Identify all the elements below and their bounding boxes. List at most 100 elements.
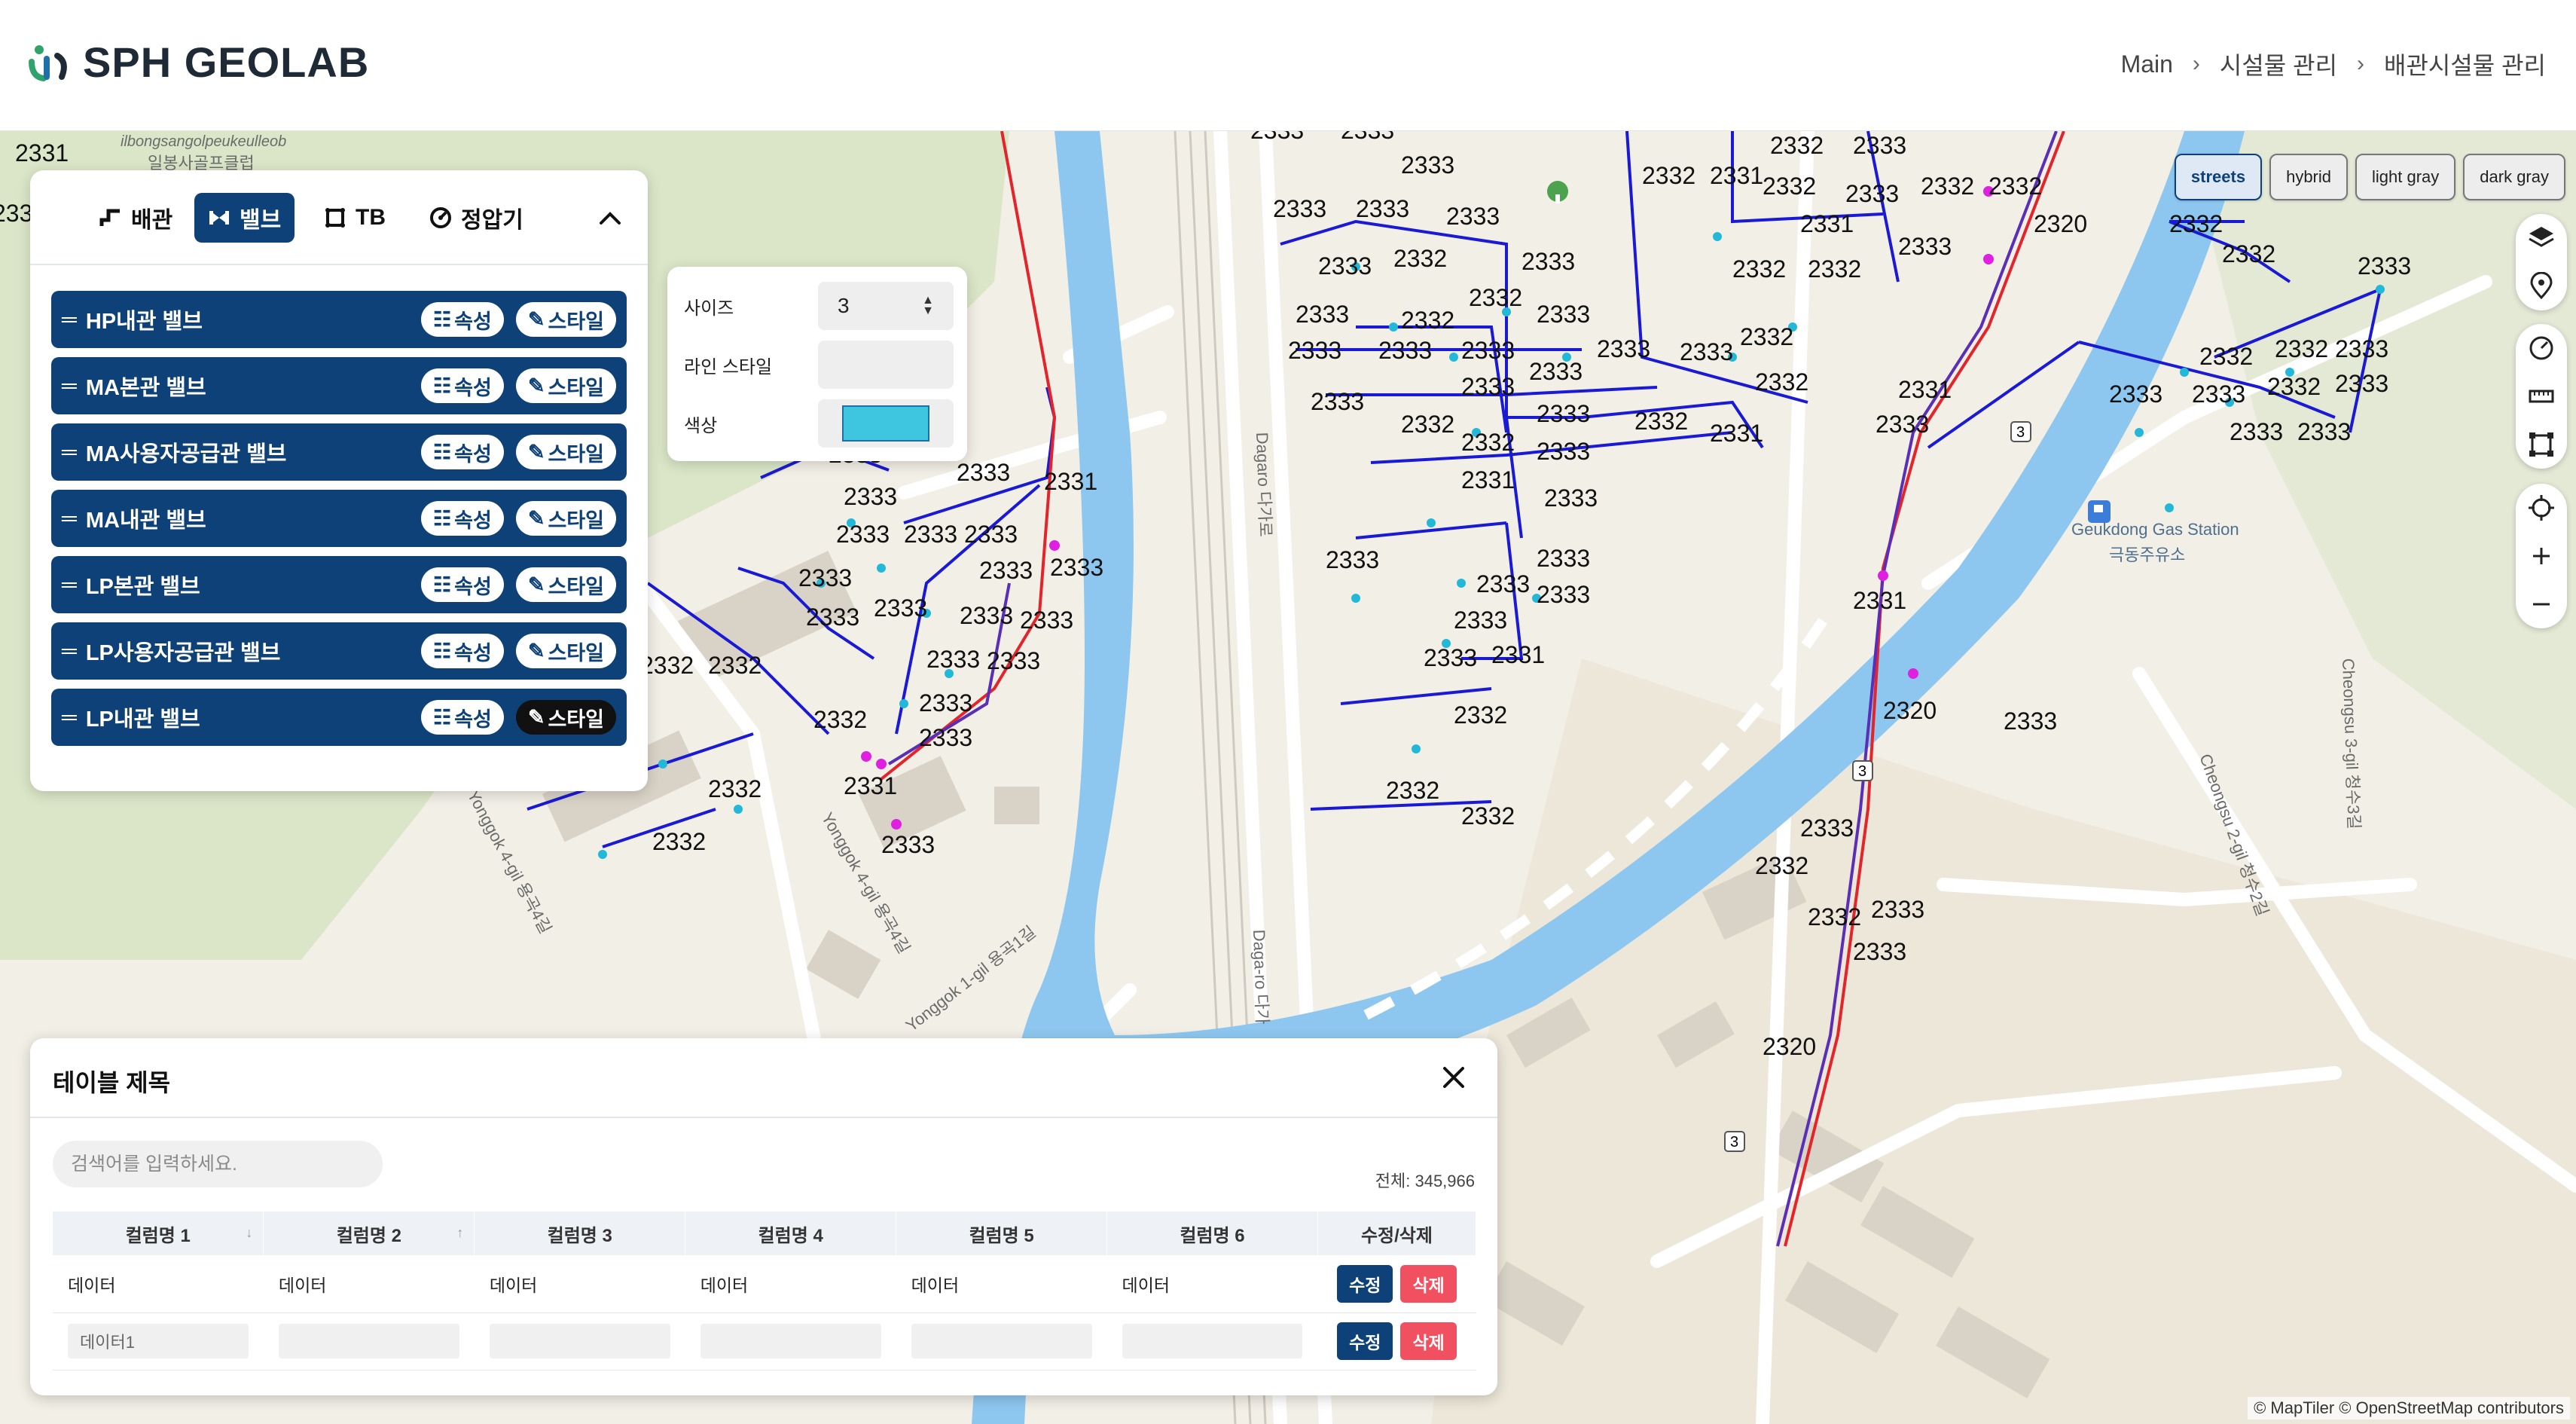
drag-handle-icon[interactable]: ═ <box>62 506 77 530</box>
basemap-dark-gray-button[interactable]: dark gray <box>2463 154 2565 200</box>
table-row[interactable]: 데이터 데이터 데이터 데이터 데이터 데이터 수정 삭제 <box>53 1255 1476 1313</box>
chevron-right-icon: › <box>2192 51 2200 76</box>
cell-input[interactable] <box>489 1324 670 1358</box>
edit-button[interactable]: 수정 <box>1337 1264 1393 1303</box>
basemap-hybrid-button[interactable]: hybrid <box>2269 154 2348 200</box>
attribute-button[interactable]: ☷ 속성 <box>420 567 504 602</box>
svg-text:2331: 2331 <box>1044 468 1097 495</box>
layer-row[interactable]: ═ HP내관 밸브 ☷ 속성 ✎ 스타일 <box>51 291 627 348</box>
svg-text:2333: 2333 <box>1378 337 1432 364</box>
svg-text:2331: 2331 <box>1461 466 1515 494</box>
attribute-button[interactable]: ☷ 속성 <box>420 634 504 668</box>
tab-regulator-label: 정압기 <box>461 208 523 233</box>
breadcrumb-facility[interactable]: 시설물 관리 <box>2220 47 2337 81</box>
breadcrumb-main[interactable]: Main <box>2121 50 2173 78</box>
zoom-out-icon[interactable] <box>2516 580 2567 628</box>
drag-handle-icon[interactable]: ═ <box>62 374 77 398</box>
cell-input[interactable] <box>68 1324 249 1358</box>
column-header-5[interactable]: 컬럼명 5 <box>896 1212 1108 1255</box>
tab-pipe[interactable]: 배관 <box>86 193 186 243</box>
attribute-button[interactable]: ☷ 속성 <box>420 302 504 337</box>
layer-row[interactable]: ═ MA사용자공급관 밸브 ☷ 속성 ✎ 스타일 <box>51 423 627 481</box>
delete-button[interactable]: 삭제 <box>1400 1264 1457 1303</box>
color-swatch[interactable] <box>842 405 929 442</box>
attribute-button[interactable]: ☷ 속성 <box>420 700 504 735</box>
crosshair-icon[interactable] <box>2516 484 2567 532</box>
column-header-1[interactable]: 컬럼명 1 ↓ <box>53 1212 264 1255</box>
svg-text:Daga-ro 다가: Daga-ro 다가 <box>1250 929 1271 1025</box>
column-header-2[interactable]: 컬럼명 2 ↑ <box>263 1212 475 1255</box>
color-picker[interactable] <box>818 399 954 448</box>
list-icon: ☷ <box>432 573 452 596</box>
breadcrumb-pipe-facility[interactable]: 배관시설물 관리 <box>2384 47 2546 81</box>
svg-text:2333: 2333 <box>1401 151 1454 179</box>
table-row-edit[interactable]: 수정 삭제 <box>53 1312 1476 1371</box>
speedometer-icon[interactable] <box>2516 324 2567 372</box>
drag-handle-icon[interactable]: ═ <box>62 705 77 729</box>
attribute-button[interactable]: ☷ 속성 <box>420 501 504 536</box>
edit-button[interactable]: 수정 <box>1337 1322 1393 1360</box>
svg-text:2333: 2333 <box>1898 233 1952 260</box>
drag-handle-icon[interactable]: ═ <box>62 307 77 332</box>
svg-text:2331: 2331 <box>1710 162 1763 189</box>
drag-handle-icon[interactable]: ═ <box>62 573 77 597</box>
tab-tb[interactable]: TB <box>310 193 399 243</box>
delete-button[interactable]: 삭제 <box>1400 1322 1457 1360</box>
stepper-arrows-icon[interactable]: ▲ ▼ <box>922 295 934 317</box>
column-header-3[interactable]: 컬럼명 3 <box>474 1212 686 1255</box>
drag-handle-icon[interactable]: ═ <box>62 639 77 663</box>
basemap-light-gray-button[interactable]: light gray <box>2355 154 2456 200</box>
layer-row[interactable]: ═ MA내관 밸브 ☷ 속성 ✎ 스타일 <box>51 490 627 547</box>
sort-asc-icon[interactable]: ↑ <box>456 1225 463 1241</box>
close-icon[interactable] <box>1440 1064 1467 1091</box>
color-row: 색상 <box>684 399 954 448</box>
style-button[interactable]: ✎ 스타일 <box>515 302 616 337</box>
attribute-button[interactable]: ☷ 속성 <box>420 435 504 469</box>
style-button[interactable]: ✎ 스타일 <box>515 435 616 469</box>
layer-row[interactable]: ═ LP사용자공급관 밸브 ☷ 속성 ✎ 스타일 <box>51 622 627 680</box>
svg-text:3: 3 <box>2016 424 2025 441</box>
tab-regulator[interactable]: 정압기 <box>416 193 537 243</box>
layer-row[interactable]: ═ MA본관 밸브 ☷ 속성 ✎ 스타일 <box>51 357 627 414</box>
zoom-in-icon[interactable] <box>2516 532 2567 580</box>
cell-input[interactable] <box>700 1324 881 1358</box>
cell-input[interactable] <box>911 1324 1092 1358</box>
style-button-active[interactable]: ✎ 스타일 <box>515 700 616 735</box>
ruler-icon[interactable] <box>2516 372 2567 420</box>
area-measure-icon[interactable] <box>2516 420 2567 469</box>
cell-input[interactable] <box>1122 1324 1303 1358</box>
style-button[interactable]: ✎ 스타일 <box>515 634 616 668</box>
valve-icon <box>208 206 230 229</box>
layers-icon[interactable] <box>2516 214 2567 262</box>
table-cell: 데이터 <box>474 1255 685 1313</box>
tab-valve[interactable]: 밸브 <box>194 193 295 243</box>
layer-row[interactable]: ═ LP내관 밸브 ☷ 속성 ✎ 스타일 <box>51 689 627 746</box>
map-attribution[interactable]: © MapTiler © OpenStreetMap contributors <box>2248 1397 2570 1419</box>
svg-text:2333: 2333 <box>1537 301 1590 328</box>
svg-text:2332: 2332 <box>1740 323 1793 350</box>
column-header-6[interactable]: 컬럼명 6 <box>1106 1212 1318 1255</box>
location-pin-icon[interactable] <box>2516 262 2567 310</box>
basemap-switch: streets hybrid light gray dark gray <box>2174 154 2565 200</box>
cell-input[interactable] <box>278 1324 459 1358</box>
style-button[interactable]: ✎ 스타일 <box>515 368 616 403</box>
sort-desc-icon[interactable]: ↓ <box>246 1225 252 1241</box>
chevron-up-icon[interactable] <box>595 203 625 234</box>
attribute-button[interactable]: ☷ 속성 <box>420 368 504 403</box>
svg-text:2333: 2333 <box>1876 411 1929 438</box>
line-style-select[interactable] <box>818 341 954 389</box>
svg-text:2333: 2333 <box>1250 131 1304 144</box>
drag-handle-icon[interactable]: ═ <box>62 440 77 464</box>
table-search-input[interactable] <box>53 1141 383 1187</box>
column-header-4[interactable]: 컬럼명 4 <box>685 1212 897 1255</box>
size-stepper[interactable]: 3 ▲ ▼ <box>818 282 954 330</box>
svg-text:2332: 2332 <box>1763 173 1816 200</box>
style-button[interactable]: ✎ 스타일 <box>515 501 616 536</box>
table-cell: 데이터 <box>53 1255 264 1313</box>
logo[interactable]: SPH GEOLAB <box>29 38 369 87</box>
map-toolgroup-zoom <box>2516 484 2567 628</box>
basemap-streets-button[interactable]: streets <box>2174 154 2263 200</box>
svg-text:3: 3 <box>1730 1134 1738 1151</box>
layer-row[interactable]: ═ LP본관 밸브 ☷ 속성 ✎ 스타일 <box>51 556 627 613</box>
style-button[interactable]: ✎ 스타일 <box>515 567 616 602</box>
